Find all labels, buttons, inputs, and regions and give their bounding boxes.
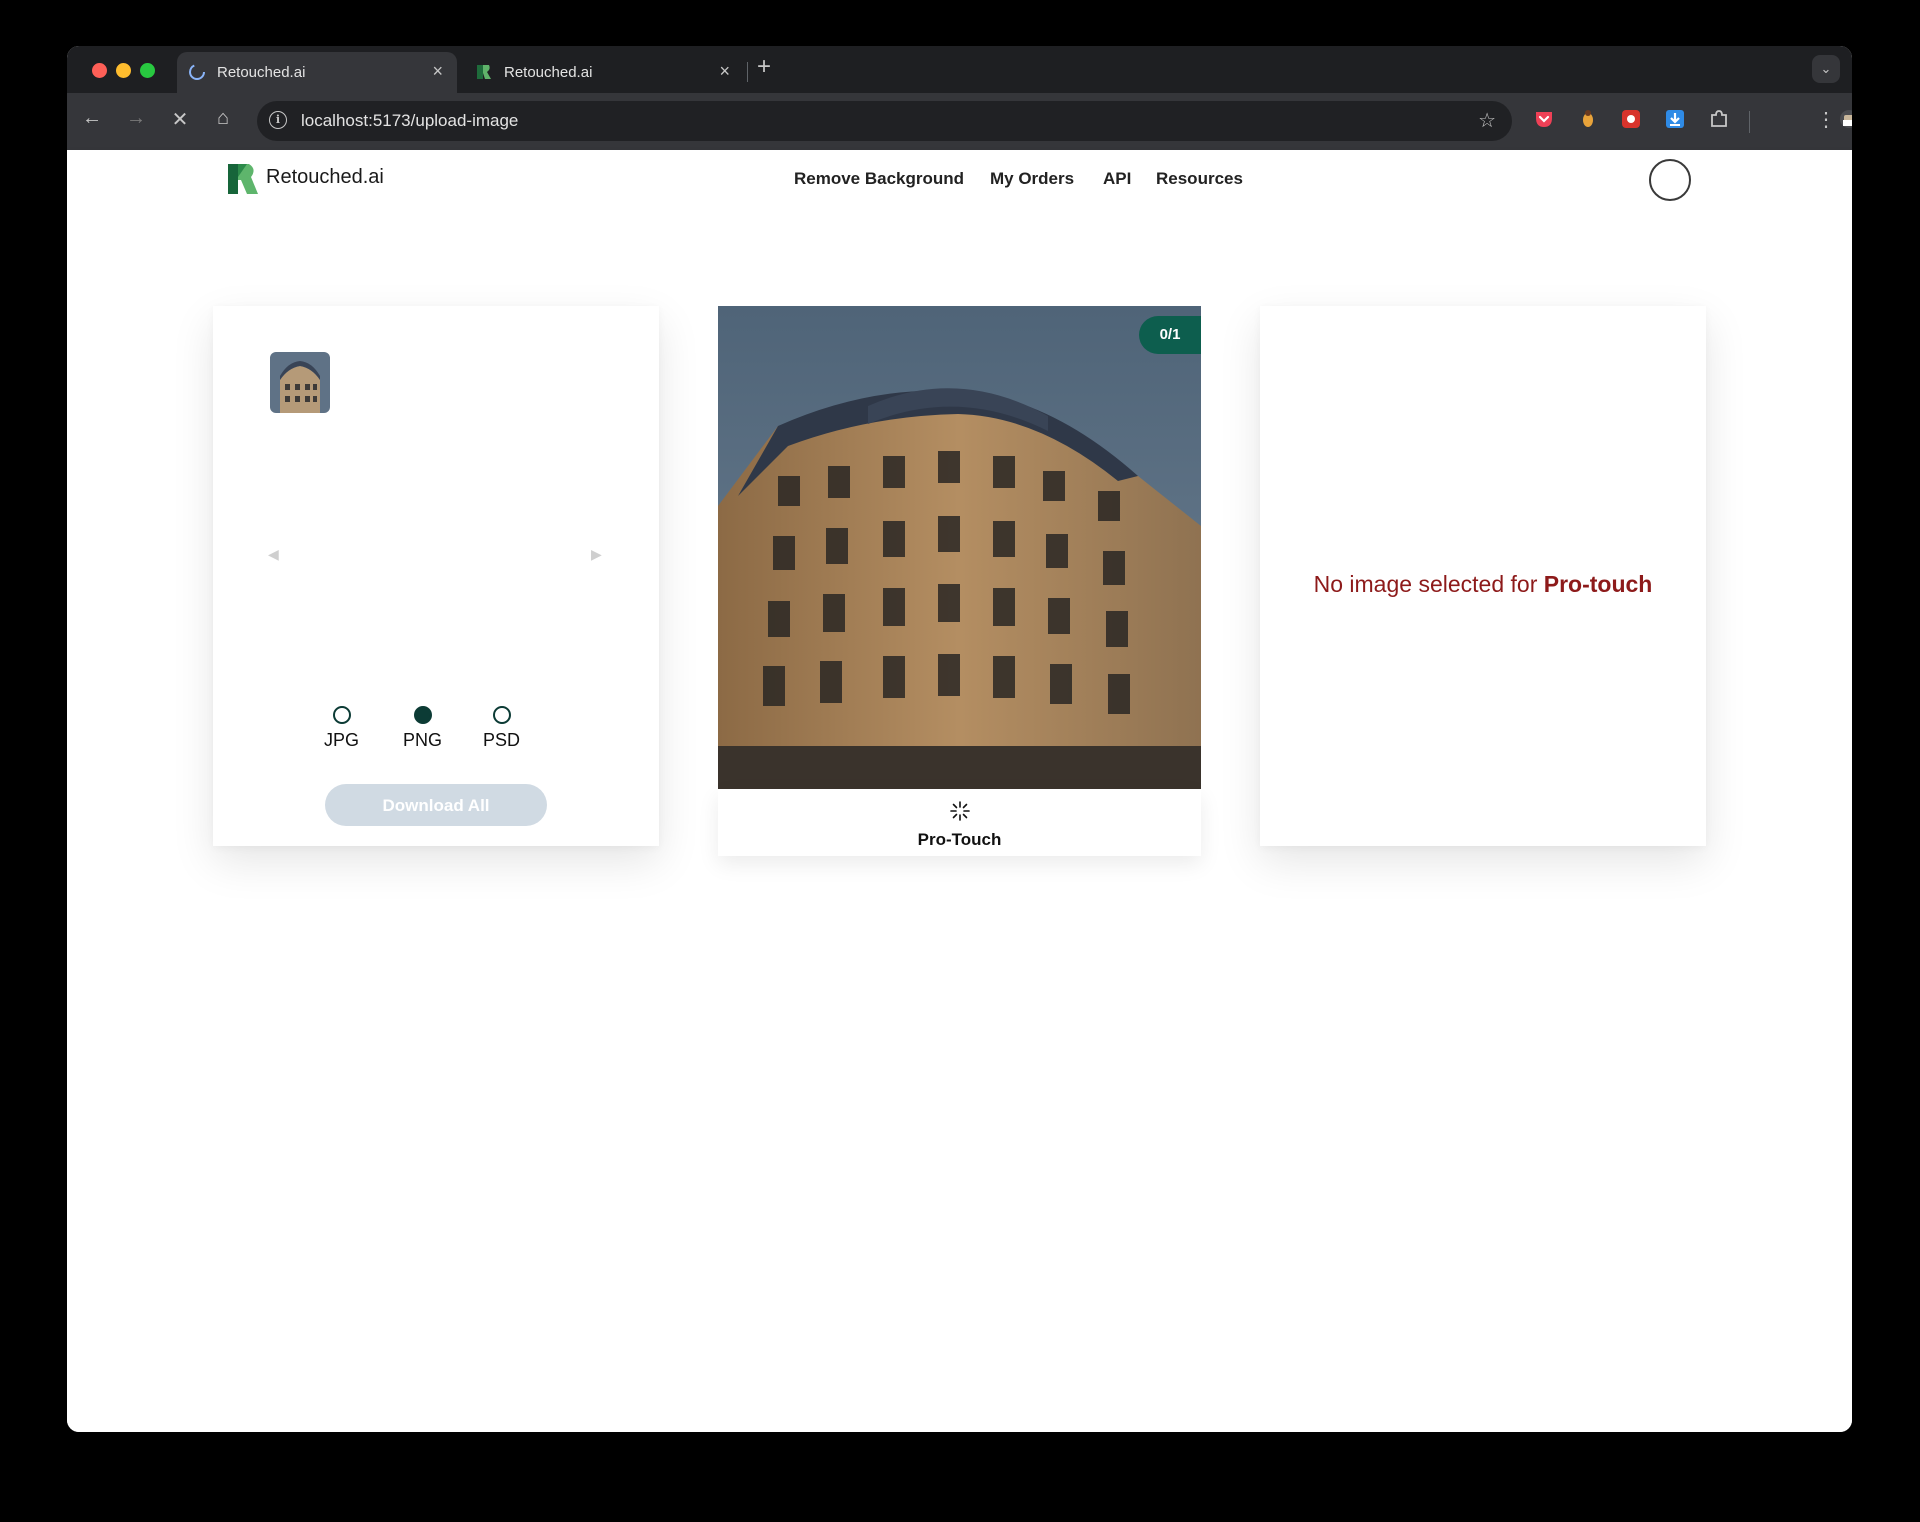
psd-radio[interactable] — [492, 706, 511, 724]
site-header: Retouched.ai Remove Background My Orders… — [67, 150, 1852, 208]
jpg-label: JPG — [324, 730, 360, 750]
png-label: PNG — [403, 730, 443, 750]
tab-title: Retouched.ai — [504, 64, 593, 81]
pro-touch-label: Pro-Touch — [917, 830, 1002, 849]
bug-extension-icon[interactable] — [1577, 108, 1599, 130]
tab-close-icon[interactable]: × — [432, 61, 443, 82]
red-extension-icon[interactable] — [1620, 108, 1642, 130]
pocket-extension-icon[interactable] — [1533, 108, 1555, 130]
image-preview[interactable]: 0/1 — [718, 306, 1201, 789]
nav-resources[interactable]: Resources — [1156, 169, 1243, 189]
result-panel: No image selected for Pro-touch — [1260, 306, 1706, 846]
format-option-png[interactable]: PNG — [403, 706, 442, 751]
browser-window: Retouched.ai × Retouched.ai × + ⌄ ← → ✕ … — [67, 46, 1852, 1432]
jpg-radio[interactable] — [332, 706, 351, 724]
psd-label: PSD — [483, 730, 521, 750]
maximize-window-button[interactable] — [140, 63, 155, 78]
image-thumbnail[interactable] — [270, 352, 330, 413]
browser-toolbar: ← → ✕ ⌂ i localhost:5173/upload-image ☆ — [67, 93, 1852, 150]
no-image-message: No image selected for Pro-touch — [1260, 571, 1706, 598]
forward-button[interactable]: → — [122, 107, 150, 130]
format-option-jpg[interactable]: JPG — [324, 706, 359, 751]
image-list-panel: ◀ ▶ JPG PNG PSD Download All — [213, 306, 659, 846]
building-photo — [718, 306, 1201, 789]
new-tab-button[interactable]: + — [757, 53, 771, 81]
tab-close-icon[interactable]: × — [719, 61, 730, 82]
url-text[interactable]: localhost:5173/upload-image — [301, 111, 518, 131]
tab-separator — [747, 62, 748, 82]
back-button[interactable]: ← — [78, 107, 106, 130]
nav-api[interactable]: API — [1103, 169, 1131, 189]
carousel-prev-icon[interactable]: ◀ — [268, 546, 279, 563]
tab-title: Retouched.ai — [217, 64, 306, 81]
tab-search-button[interactable]: ⌄ — [1812, 55, 1840, 83]
nav-my-orders[interactable]: My Orders — [990, 169, 1074, 189]
upload-page: ◀ ▶ JPG PNG PSD Download All 0/1 Pro-Tou… — [67, 208, 1852, 1432]
toolbar-separator — [1749, 111, 1750, 133]
bookmark-star-icon[interactable]: ☆ — [1478, 108, 1496, 133]
png-radio[interactable] — [413, 706, 432, 724]
user-avatar[interactable] — [1649, 159, 1691, 201]
no-image-emphasis: Pro-touch — [1543, 571, 1653, 597]
close-window-button[interactable] — [92, 63, 107, 78]
stop-loading-button[interactable]: ✕ — [166, 107, 194, 132]
tab-strip: Retouched.ai × Retouched.ai × + ⌄ — [67, 46, 1852, 93]
site-info-icon[interactable]: i — [269, 111, 287, 129]
format-option-psd[interactable]: PSD — [483, 706, 520, 751]
extensions-puzzle-icon[interactable] — [1708, 108, 1730, 130]
no-image-prefix: No image selected for — [1313, 571, 1544, 597]
home-button[interactable]: ⌂ — [209, 107, 237, 130]
loading-favicon-icon — [189, 64, 205, 80]
pro-touch-status: Pro-Touch — [718, 789, 1201, 856]
carousel-next-icon[interactable]: ▶ — [591, 546, 602, 563]
browser-tab-1[interactable]: Retouched.ai × — [177, 52, 457, 93]
browser-tab-2[interactable]: Retouched.ai × — [464, 52, 744, 93]
address-bar[interactable]: i localhost:5173/upload-image ☆ — [257, 101, 1512, 141]
image-count-badge: 0/1 — [1139, 316, 1201, 354]
profile-icon[interactable] — [1838, 108, 1852, 130]
nav-remove-background[interactable]: Remove Background — [794, 169, 964, 189]
download-extension-icon[interactable] — [1664, 108, 1686, 130]
minimize-window-button[interactable] — [116, 63, 131, 78]
download-all-button[interactable]: Download All — [325, 784, 547, 826]
retouched-favicon-icon — [477, 65, 491, 79]
retouched-logo-icon[interactable] — [227, 163, 259, 195]
browser-menu-icon[interactable]: ⋮ — [1816, 107, 1836, 132]
loading-spinner-icon — [950, 801, 970, 821]
logo-text[interactable]: Retouched.ai — [266, 166, 384, 189]
